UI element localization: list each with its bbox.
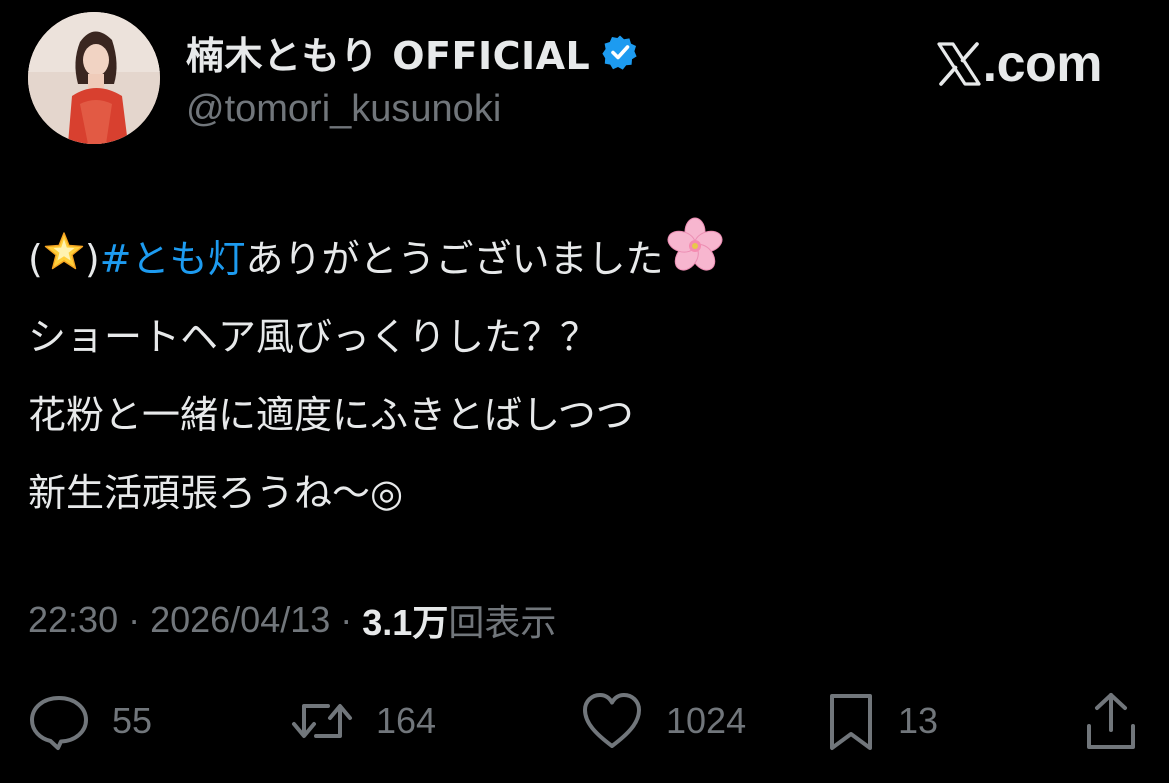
tweet-date[interactable]: 2026/04/13 xyxy=(150,599,330,641)
hashtag-link[interactable]: #とも灯 xyxy=(100,220,246,298)
avatar[interactable] xyxy=(28,12,160,144)
bookmark-count: 13 xyxy=(898,700,939,741)
heart-icon xyxy=(580,690,644,752)
verified-badge-icon xyxy=(602,34,638,70)
meta-separator: · xyxy=(340,599,353,640)
author-names: 楠木ともり OFFICIAL @tomori_kusunoki xyxy=(186,30,638,131)
like-button[interactable]: 1024 xyxy=(580,690,746,752)
retweet-count: 164 xyxy=(376,700,437,741)
retweet-icon xyxy=(290,690,354,752)
tweet-line-1: ( ) #とも灯 ありがとうございました xyxy=(28,217,1138,298)
tweet-line-3: 花粉と一緒に適度にふきとばしつつ xyxy=(28,393,634,437)
site-logo-text: .com xyxy=(982,35,1103,93)
reply-icon xyxy=(28,690,90,752)
tweet-meta: 22:30 · 2026/04/13 · 3.1万 回表示 xyxy=(28,594,556,646)
paren-close: ) xyxy=(84,237,100,281)
x-logo-icon xyxy=(937,42,981,86)
views-count[interactable]: 3.1万 xyxy=(362,594,448,646)
glowing-star-icon xyxy=(43,220,85,298)
bookmark-icon xyxy=(826,690,876,752)
reply-button[interactable]: 55 xyxy=(28,690,152,752)
share-icon xyxy=(1084,690,1138,752)
tweet-line-1-text: ありがとうございました xyxy=(245,237,664,281)
name-row: 楠木ともり OFFICIAL xyxy=(186,30,638,78)
paren-open: ( xyxy=(28,237,43,281)
bookmark-button[interactable]: 13 xyxy=(826,690,938,752)
action-bar: 55 164 1024 13 xyxy=(28,690,1148,752)
share-button[interactable] xyxy=(1084,690,1138,752)
user-handle[interactable]: @tomori_kusunoki xyxy=(186,88,638,131)
reply-count: 55 xyxy=(112,700,153,741)
profile-photo-icon xyxy=(28,12,160,144)
like-count: 1024 xyxy=(666,700,747,741)
display-name[interactable]: 楠木ともり OFFICIAL xyxy=(186,25,590,80)
tweet-header: 楠木ともり OFFICIAL @tomori_kusunoki .com xyxy=(28,12,1148,146)
tweet-line-2: ショートヘア風びっくりした？？ xyxy=(28,315,599,359)
retweet-button[interactable]: 164 xyxy=(290,690,436,752)
tweet-line-4: 新生活頑張ろうね〜◎ xyxy=(28,471,404,515)
site-logo: .com xyxy=(937,34,1103,94)
meta-separator: · xyxy=(128,599,141,640)
cherry-blossom-icon xyxy=(664,215,726,303)
tweet-text: ( ) #とも灯 ありがとうございました ショートヘア風びっくりした？？ 花粉と… xyxy=(28,217,1138,532)
views-label: 回表示 xyxy=(448,602,557,643)
tweet-time[interactable]: 22:30 xyxy=(28,599,118,641)
